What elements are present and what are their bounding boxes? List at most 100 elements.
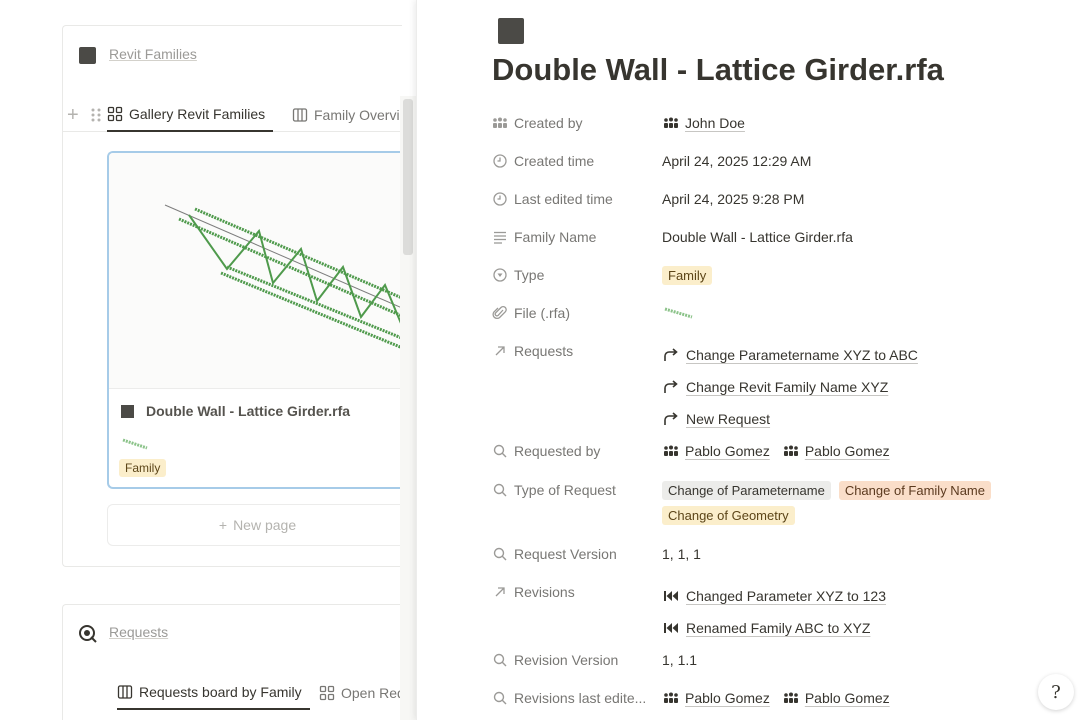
- page-peek-panel: Double Wall - Lattice Girder.rfa Created…: [416, 0, 1085, 720]
- file-attachment[interactable]: [662, 301, 1072, 325]
- request-type-tag: Change of Geometry: [662, 506, 795, 525]
- property-label[interactable]: Requested by: [492, 439, 662, 463]
- relation-item[interactable]: Changed Parameter XYZ to 123: [662, 580, 1072, 612]
- gallery-icon: [319, 685, 335, 701]
- text-lines-icon: [494, 231, 506, 244]
- file-thumbnail: [121, 437, 149, 455]
- revit-families-block: Revit Families + Gallery Revit Families …: [62, 25, 407, 567]
- property-label[interactable]: Family Name: [492, 225, 662, 249]
- property-label[interactable]: Revision Version: [492, 648, 662, 672]
- tab-open-requests[interactable]: Open Req: [319, 676, 405, 710]
- property-requests: Requests Change Parametername XYZ to ABC…: [492, 339, 1072, 435]
- database-view-pane: Revit Families + Gallery Revit Families …: [0, 0, 416, 720]
- scrollbar-thumb[interactable]: [403, 99, 413, 255]
- lattice-girder-image: [164, 204, 407, 351]
- tab-requests-board-by-family[interactable]: Requests board by Family: [117, 676, 310, 710]
- people-icon: [493, 117, 507, 128]
- page-icon[interactable]: [498, 18, 524, 44]
- database-title[interactable]: Requests: [109, 624, 168, 640]
- property-file: File (.rfa): [492, 301, 1072, 325]
- clock-icon: [493, 154, 507, 168]
- database-icon: [79, 47, 96, 64]
- revision-version-value: 1, 1.1: [662, 652, 698, 668]
- person-chip[interactable]: Pablo Gomez: [662, 690, 770, 706]
- person-chip[interactable]: Pablo Gomez: [782, 690, 890, 706]
- relation-item[interactable]: Change Revit Family Name XYZ: [662, 371, 1072, 403]
- person-chip[interactable]: Pablo Gomez: [662, 443, 770, 459]
- board-icon: [117, 685, 133, 699]
- forward-arrow-icon: [664, 380, 678, 393]
- search-icon: [493, 483, 507, 497]
- tab-label: Family Overvi: [314, 107, 400, 123]
- gallery-card[interactable]: Double Wall - Lattice Girder.rfa Family: [107, 151, 407, 489]
- rewind-icon: [664, 591, 678, 601]
- add-icon[interactable]: +: [67, 104, 79, 127]
- property-label[interactable]: Requests: [492, 339, 662, 363]
- people-icon: [783, 445, 798, 456]
- person-chip[interactable]: Pablo Gomez: [782, 443, 890, 459]
- tab-family-overview[interactable]: Family Overvi: [292, 98, 400, 132]
- property-label[interactable]: Revisions: [492, 580, 662, 604]
- search-icon: [493, 547, 507, 561]
- help-icon: ?: [1051, 681, 1061, 703]
- requests-block: Requests Requests board by Family Open R…: [62, 604, 405, 720]
- search-icon: [493, 691, 507, 705]
- family-name-value[interactable]: Double Wall - Lattice Girder.rfa: [662, 225, 1072, 249]
- property-label[interactable]: Last edited time: [492, 187, 662, 211]
- forward-arrow-icon: [664, 412, 678, 425]
- property-revisions: Revisions Changed Parameter XYZ to 123 R…: [492, 580, 1072, 644]
- relation-item[interactable]: Change Parametername XYZ to ABC: [662, 339, 1072, 371]
- property-label[interactable]: Request Version: [492, 542, 662, 566]
- request-version-value: 1, 1, 1: [662, 546, 701, 562]
- requests-db-icon: [79, 625, 97, 643]
- property-label[interactable]: Created time: [492, 149, 662, 173]
- property-label[interactable]: Type of Request: [492, 478, 662, 502]
- relation-arrow-icon: [495, 587, 505, 597]
- tab-label: Requests board by Family: [139, 684, 302, 700]
- tab-gallery-revit-families[interactable]: Gallery Revit Families: [107, 98, 274, 132]
- people-icon: [664, 445, 678, 456]
- drag-handle-icon[interactable]: [90, 107, 102, 128]
- person-chip[interactable]: John Doe: [662, 115, 745, 131]
- forward-arrow-icon: [664, 348, 678, 361]
- gallery-icon: [107, 106, 123, 122]
- people-icon: [783, 692, 798, 703]
- property-label[interactable]: Revisions last edite...: [492, 686, 662, 710]
- tab-label: Open Req: [341, 685, 405, 701]
- search-icon: [493, 444, 507, 458]
- card-title: Double Wall - Lattice Girder.rfa: [146, 403, 351, 419]
- relation-arrow-icon: [495, 346, 505, 356]
- property-created-time: Created time April 24, 2025 12:29 AM: [492, 149, 1072, 173]
- type-tag: Family: [119, 459, 167, 477]
- type-tag[interactable]: Family: [662, 265, 713, 285]
- last-edited-time-value: April 24, 2025 9:28 PM: [662, 191, 805, 207]
- property-label[interactable]: Created by: [492, 111, 662, 135]
- help-button[interactable]: ?: [1038, 674, 1074, 710]
- property-created-by: Created by John Doe: [492, 111, 1072, 135]
- request-type-tag: Change of Parametername: [662, 481, 831, 500]
- created-time-value: April 24, 2025 12:29 AM: [662, 153, 812, 169]
- new-page-label: New page: [233, 517, 297, 533]
- people-icon: [664, 692, 678, 703]
- property-requested-by: Requested by Pablo Gomez Pablo Gomez: [492, 439, 1072, 463]
- file-thumbnail: [664, 307, 693, 319]
- page-title[interactable]: Double Wall - Lattice Girder.rfa: [492, 52, 944, 88]
- new-page-button[interactable]: + New page: [107, 504, 407, 546]
- request-type-tag: Change of Family Name: [838, 481, 991, 500]
- database-title[interactable]: Revit Families: [109, 46, 197, 62]
- view-tabs: + Gallery Revit Families Family Overvi: [63, 98, 403, 132]
- relation-item[interactable]: Renamed Family ABC to XYZ: [662, 612, 1072, 644]
- property-label[interactable]: Type: [492, 263, 662, 287]
- property-type-of-request: Type of Request Change of Parametername …: [492, 478, 1072, 525]
- relation-item[interactable]: New Request: [662, 403, 1072, 435]
- property-revisions-last-edited: Revisions last edite... Pablo Gomez Pabl…: [492, 686, 1072, 710]
- people-icon: [664, 117, 678, 128]
- card-preview-image: [109, 153, 407, 389]
- property-label[interactable]: File (.rfa): [492, 301, 662, 325]
- tab-label: Gallery Revit Families: [129, 106, 266, 122]
- property-type: Type Family: [492, 263, 1072, 287]
- view-tabs: Requests board by Family Open Req: [63, 676, 405, 710]
- paperclip-icon: [492, 305, 507, 319]
- rewind-icon: [664, 623, 678, 633]
- property-request-version: Request Version 1, 1, 1: [492, 542, 1072, 566]
